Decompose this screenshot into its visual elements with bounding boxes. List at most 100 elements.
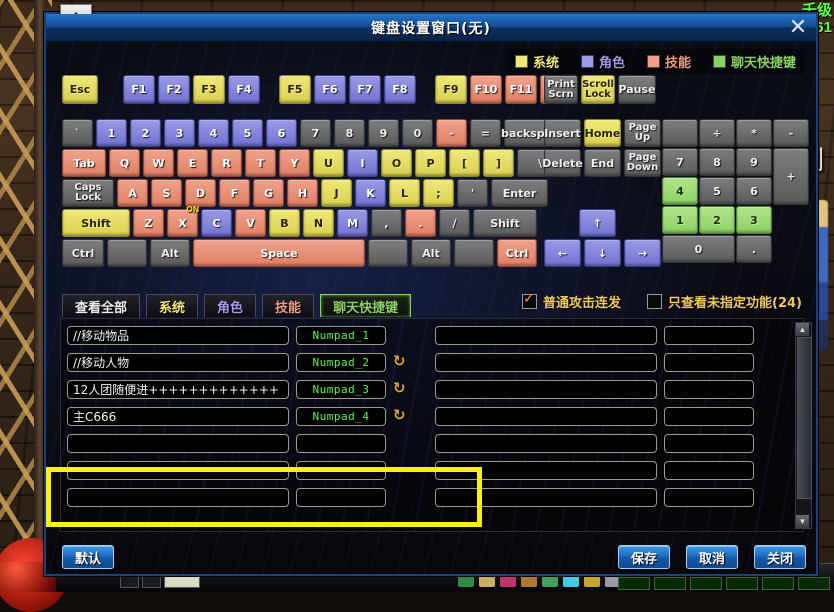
key-f10[interactable]: F10 [470,75,502,104]
binding-text-input[interactable]: 主C666 [67,407,289,426]
binding-row[interactable]: //移动人物 Numpad_2 [67,349,408,376]
default-button[interactable]: 默认 [62,545,115,569]
key-page-down[interactable]: Page Down [624,149,661,177]
key-2[interactable]: 2 [130,119,161,147]
key-f[interactable]: F [219,179,250,207]
key-blank[interactable] [107,239,147,267]
binding-row[interactable] [67,430,408,457]
key-x[interactable]: X ON [167,205,199,237]
key-alt[interactable]: Alt [150,239,190,267]
key-→[interactable]: → [624,239,661,267]
key-f7[interactable]: F7 [349,75,381,104]
checkbox-option-2[interactable]: 只查看未指定功能(24) [647,292,802,311]
key-][interactable]: ] [483,149,514,177]
key-u[interactable]: U [313,149,344,177]
save-button[interactable]: 保存 [617,545,670,569]
tab-2[interactable]: 系统 [146,294,199,317]
key-l[interactable]: L [389,179,420,207]
binding-key-field[interactable] [664,353,754,372]
key-7[interactable]: 7 [662,148,698,176]
key-v[interactable]: V [235,209,266,237]
key-3[interactable]: 3 [736,206,772,234]
key-←[interactable]: ← [544,239,581,267]
key-alt[interactable]: Alt [411,239,451,267]
key-.[interactable]: . [736,235,772,263]
close-button[interactable]: 关闭 [753,545,806,569]
key-6[interactable]: 6 [736,177,772,205]
key-i[interactable]: I [347,149,378,177]
key-0[interactable]: 0 [662,235,735,263]
key-+[interactable]: + [773,148,809,205]
binding-key-field[interactable]: Numpad_2 [296,353,386,372]
binding-row[interactable]: //移动物品 Numpad_1 [67,322,408,349]
key-page-up[interactable]: Page Up [624,119,661,147]
key-3[interactable]: 3 [164,119,195,147]
key-h[interactable]: H [287,179,318,207]
scroll-down-icon[interactable]: ▼ [796,515,809,528]
key-pause[interactable]: Pause [618,75,656,104]
key-f4[interactable]: F4 [228,75,260,104]
reset-binding-icon[interactable] [393,354,408,370]
key-/[interactable]: / [439,209,470,237]
key-o[interactable]: O [381,149,412,177]
key-end[interactable]: End [584,149,621,177]
close-icon[interactable]: ✕ [786,15,810,39]
key--[interactable]: - [436,119,467,147]
binding-key-field[interactable] [664,434,754,453]
binding-key-field[interactable]: Numpad_4 [296,407,386,426]
key-f2[interactable]: F2 [158,75,190,104]
key-f1[interactable]: F1 [123,75,155,104]
keyboard-numpad[interactable]: ÷ * - 7 8 9 +4 5 6 1 2 3 0. [662,119,809,263]
key-q[interactable]: Q [109,149,140,177]
key-,[interactable]: , [371,209,402,237]
key-r[interactable]: R [211,149,242,177]
binding-text-input[interactable] [435,407,657,426]
binding-text-input[interactable]: //移动人物 [67,353,289,372]
key-tab[interactable]: Tab [62,149,106,177]
key-esc[interactable]: Esc [62,75,98,104]
key-k[interactable]: K [355,179,386,207]
binding-row[interactable]: 主C666 Numpad_4 [67,403,408,430]
key-e[interactable]: E [177,149,208,177]
tab-1[interactable]: 查看全部 [62,294,141,317]
key--[interactable]: - [773,119,809,147]
reset-binding-icon[interactable] [393,381,408,397]
scroll-up-icon[interactable]: ▲ [796,323,809,336]
key-y[interactable]: Y [279,149,310,177]
key-ctrl[interactable]: Ctrl [497,239,537,267]
key-f5[interactable]: F5 [279,75,311,104]
binding-key-field[interactable]: Numpad_1 [296,326,386,345]
key-w[interactable]: W [143,149,174,177]
binding-row[interactable]: 12人团随便进+++++++++++++ Numpad_3 [67,376,408,403]
key-[[interactable]: [ [449,149,480,177]
key-enter[interactable]: Enter [491,179,548,207]
window-titlebar[interactable]: 键盘设置窗口(无) ✕ [46,14,816,42]
key-↓[interactable]: ↓ [584,239,621,267]
binding-key-field[interactable] [296,488,386,507]
binding-text-input[interactable] [435,380,657,399]
key-shift[interactable]: Shift [62,209,130,237]
key-z[interactable]: Z [133,209,164,237]
key-blank[interactable] [662,119,698,147]
binding-key-field[interactable] [664,326,754,345]
key-scroll-lock[interactable]: Scroll Lock [581,75,615,104]
binding-row[interactable] [67,457,408,484]
key-n[interactable]: N [303,209,334,237]
binding-key-field[interactable]: Numpad_3 [296,380,386,399]
scrollbar-thumb[interactable] [797,337,812,499]
binding-text-input[interactable] [435,488,657,507]
key-9[interactable]: 9 [368,119,399,147]
key-÷[interactable]: ÷ [699,119,735,147]
keyboard-map[interactable]: EscF1F2F3F4F5F6F7F8F9F10F11F12PrintScrnS… [62,75,809,290]
key-*[interactable]: * [736,119,772,147]
binding-row[interactable] [435,484,776,511]
key-9[interactable]: 9 [736,148,772,176]
binding-text-input[interactable] [435,461,657,480]
binding-key-field[interactable] [664,488,754,507]
key-blank[interactable] [454,239,494,267]
key-f6[interactable]: F6 [314,75,346,104]
key-p[interactable]: P [415,149,446,177]
key-space[interactable]: Space [193,239,365,267]
key-d[interactable]: D [185,179,216,207]
key-t[interactable]: T [245,149,276,177]
